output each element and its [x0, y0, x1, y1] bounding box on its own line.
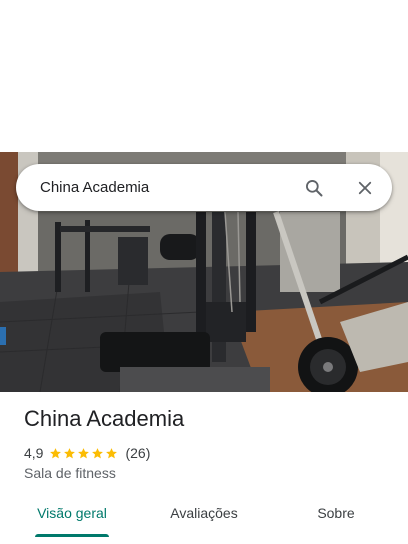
place-title: China Academia — [24, 406, 185, 431]
search-bar[interactable]: China Academia — [16, 164, 392, 211]
star-icon — [92, 447, 104, 458]
active-tab-indicator — [35, 534, 109, 537]
star-icon — [64, 447, 76, 458]
tab-overview[interactable]: Visão geral — [26, 494, 118, 532]
search-input[interactable]: China Academia — [40, 164, 149, 211]
star-icon — [78, 447, 90, 458]
tab-bar: Visão geral Avaliações Sobre — [0, 494, 408, 538]
tab-reviews[interactable]: Avaliações — [158, 494, 250, 532]
rating-row[interactable]: 4,9 (26) — [24, 444, 150, 462]
star-rating — [49, 447, 119, 460]
rating-value: 4,9 — [24, 445, 44, 461]
star-icon — [50, 447, 62, 458]
review-count[interactable]: (26) — [125, 445, 150, 461]
tab-about[interactable]: Sobre — [296, 494, 376, 532]
close-icon[interactable] — [350, 173, 380, 203]
place-sheet: China Academia China Academia 4,9 (26) S… — [0, 0, 408, 544]
star-icon — [106, 447, 118, 458]
search-icon[interactable] — [299, 173, 329, 203]
place-category[interactable]: Sala de fitness — [24, 465, 116, 481]
